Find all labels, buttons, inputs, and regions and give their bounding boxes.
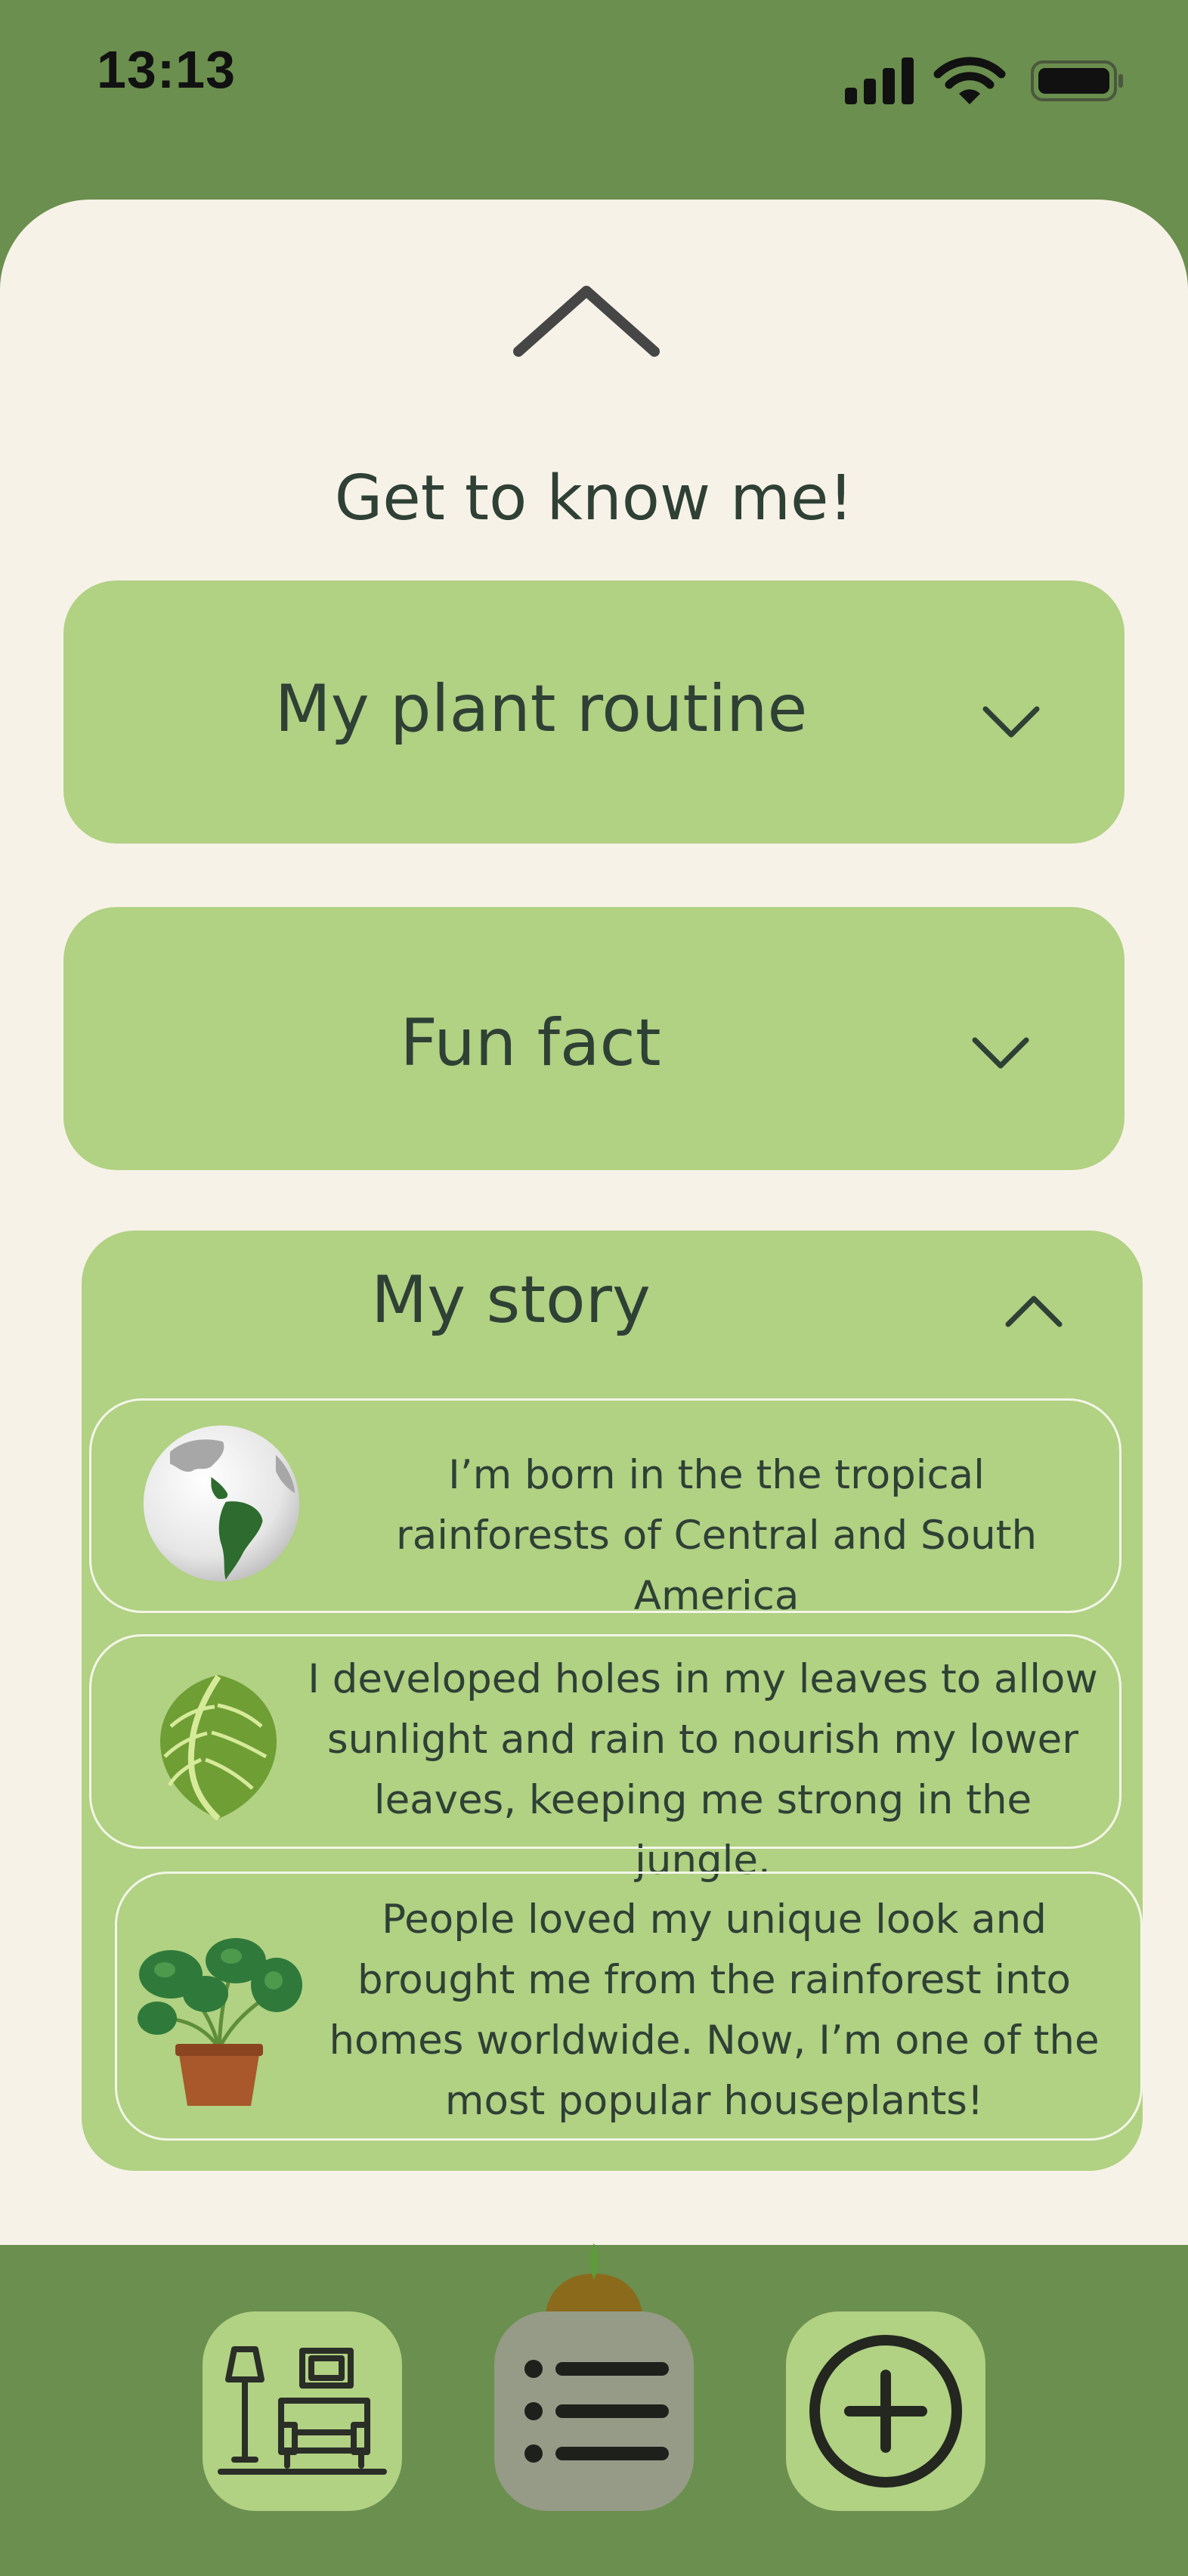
card-title: Fun fact	[400, 1005, 661, 1081]
globe-americas-icon	[143, 1425, 300, 1582]
monstera-leaf-icon	[160, 1674, 277, 1820]
story-text: I’m born in the the tropical rainforests…	[395, 1452, 1038, 1619]
sprout-icon	[546, 2243, 642, 2313]
add-circle-icon	[809, 2335, 962, 2488]
card-plant-routine[interactable]: My plant routine	[63, 581, 1125, 844]
collapse-sheet-chevron-icon[interactable]	[511, 280, 662, 370]
living-room-icon	[218, 2346, 387, 2475]
potted-plant-icon	[138, 1938, 302, 2106]
battery-icon	[1031, 60, 1123, 101]
chevron-down-icon[interactable]	[970, 1034, 1031, 1072]
story-text: I developed holes in my leaves to allow …	[308, 1656, 1098, 1884]
nav-living-room-button[interactable]	[203, 2311, 402, 2511]
card-fun-fact[interactable]: Fun fact	[63, 907, 1125, 1170]
status-icons	[845, 57, 1123, 104]
cellular-signal-icon	[845, 57, 914, 104]
card-title: My story	[371, 1262, 651, 1338]
chevron-up-icon[interactable]	[1004, 1293, 1064, 1330]
list-icon	[524, 2360, 669, 2463]
story-text: People loved my unique look and brought …	[329, 1896, 1100, 2124]
sheet-title: Get to know me!	[334, 463, 854, 534]
card-title: My plant routine	[274, 671, 808, 747]
nav-add-button[interactable]	[786, 2311, 985, 2511]
wifi-icon	[933, 57, 1006, 104]
chevron-down-icon[interactable]	[981, 703, 1041, 741]
status-time: 13:13	[97, 40, 237, 99]
nav-list-button[interactable]	[494, 2311, 694, 2511]
